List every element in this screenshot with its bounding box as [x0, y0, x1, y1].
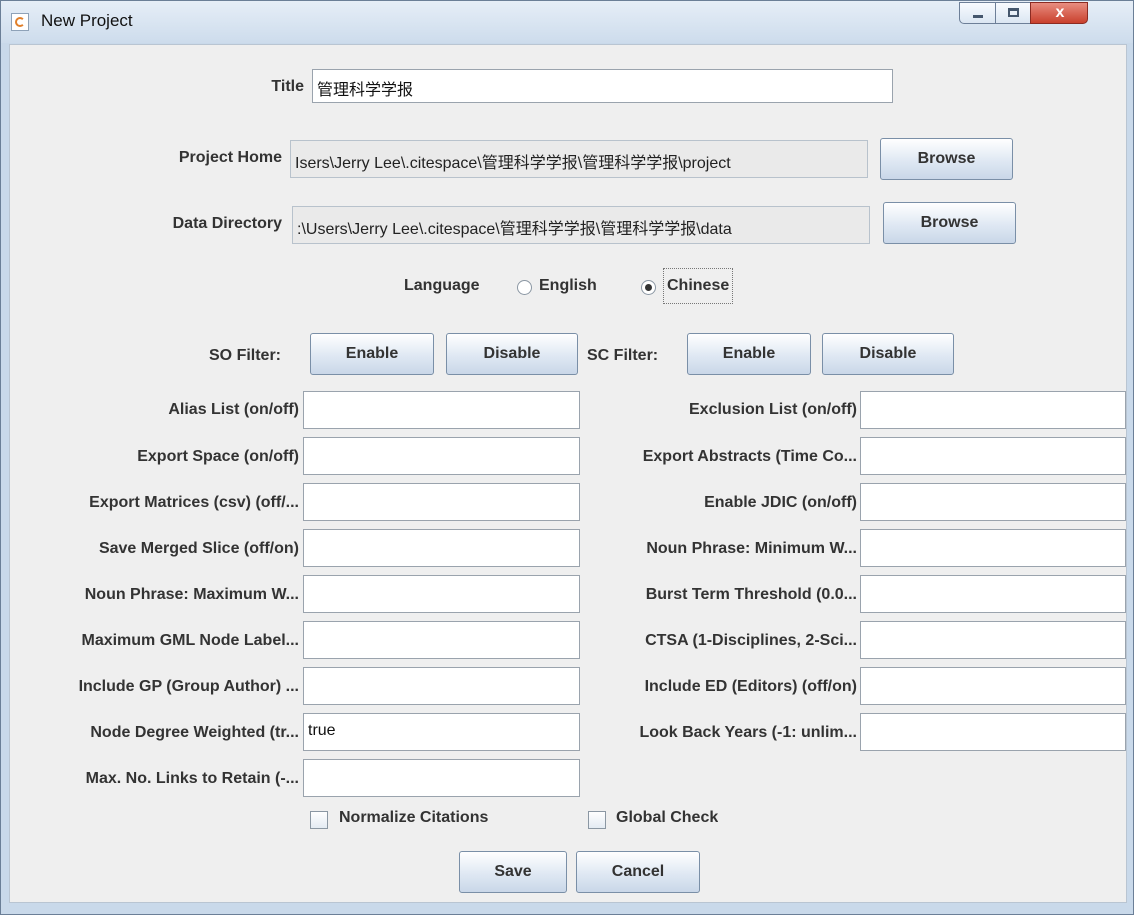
language-english-radio[interactable] — [517, 280, 532, 295]
param-label-noun-phrase-max: Noun Phrase: Maximum W... — [84, 586, 299, 603]
normalize-citations-label[interactable]: Normalize Citations — [339, 809, 488, 827]
language-english-label[interactable]: English — [539, 277, 597, 295]
data-directory-label: Data Directory — [172, 215, 282, 232]
minimize-button[interactable] — [959, 2, 996, 24]
project-home-browse-button[interactable]: Browse — [880, 138, 1013, 180]
param-label-burst-term-threshold: Burst Term Threshold (0.0... — [645, 586, 857, 603]
param-input-noun-phrase-min[interactable] — [860, 529, 1126, 567]
param-input-include-gp[interactable] — [303, 667, 580, 705]
param-label-include-ed: Include ED (Editors) (off/on) — [644, 678, 857, 695]
language-chinese-label[interactable]: Chinese — [663, 268, 734, 304]
param-input-burst-term-threshold[interactable] — [860, 575, 1126, 613]
param-input-exclusion-list[interactable] — [860, 391, 1126, 429]
param-input-export-space[interactable] — [303, 437, 580, 475]
project-home-field[interactable]: Isers\Jerry Lee\.citespace\管理科学学报\管理科学学报… — [290, 140, 868, 178]
param-input-export-abstracts[interactable] — [860, 437, 1126, 475]
param-input-export-matrices[interactable] — [303, 483, 580, 521]
global-check-checkbox[interactable] — [588, 811, 606, 829]
project-home-label: Project Home — [178, 149, 282, 166]
param-label-node-degree-weighted: Node Degree Weighted (tr... — [90, 724, 299, 741]
maximize-icon — [1008, 8, 1019, 17]
sc-filter-enable-button[interactable]: Enable — [687, 333, 811, 375]
save-button[interactable]: Save — [459, 851, 567, 893]
window-title: New Project — [41, 11, 133, 30]
param-label-noun-phrase-min: Noun Phrase: Minimum W... — [646, 540, 857, 557]
so-filter-label: SO Filter: — [209, 347, 282, 364]
new-project-window: New Project x Title 管理科学学报 Project Home … — [0, 0, 1134, 915]
param-input-ctsa[interactable] — [860, 621, 1126, 659]
param-label-max-gml-node-label: Maximum GML Node Label... — [81, 632, 299, 649]
sc-filter-label: SC Filter: — [587, 347, 659, 364]
param-input-save-merged-slice[interactable] — [303, 529, 580, 567]
normalize-citations-checkbox[interactable] — [310, 811, 328, 829]
maximize-button[interactable] — [995, 2, 1031, 24]
close-icon: x — [1055, 4, 1065, 21]
close-button[interactable]: x — [1030, 2, 1088, 24]
param-label-max-links-retain: Max. No. Links to Retain (-... — [85, 770, 299, 787]
data-directory-browse-button[interactable]: Browse — [883, 202, 1016, 244]
minimize-icon — [973, 15, 983, 18]
param-label-ctsa: CTSA (1-Disciplines, 2-Sci... — [645, 632, 857, 649]
language-chinese-radio[interactable] — [641, 280, 656, 295]
param-label-enable-jdic: Enable JDIC (on/off) — [704, 494, 857, 511]
param-label-look-back-years: Look Back Years (-1: unlim... — [639, 724, 857, 741]
param-label-alias-list: Alias List (on/off) — [168, 401, 299, 418]
form-panel: Title 管理科学学报 Project Home Isers\Jerry Le… — [9, 44, 1127, 903]
java-app-icon — [11, 13, 29, 31]
param-label-exclusion-list: Exclusion List (on/off) — [689, 401, 857, 418]
title-label: Title — [271, 78, 304, 95]
param-input-enable-jdic[interactable] — [860, 483, 1126, 521]
param-label-export-space: Export Space (on/off) — [137, 448, 299, 465]
title-input[interactable]: 管理科学学报 — [312, 69, 893, 103]
so-filter-disable-button[interactable]: Disable — [446, 333, 578, 375]
global-check-label[interactable]: Global Check — [616, 809, 718, 827]
param-input-include-ed[interactable] — [860, 667, 1126, 705]
param-input-look-back-years[interactable] — [860, 713, 1126, 751]
param-label-save-merged-slice: Save Merged Slice (off/on) — [98, 540, 299, 557]
param-input-noun-phrase-max[interactable] — [303, 575, 580, 613]
param-input-node-degree-weighted[interactable]: true — [303, 713, 580, 751]
data-directory-field[interactable]: :\Users\Jerry Lee\.citespace\管理科学学报\管理科学… — [292, 206, 870, 244]
cancel-button[interactable]: Cancel — [576, 851, 700, 893]
param-label-export-matrices: Export Matrices (csv) (off/... — [89, 494, 299, 511]
param-label-export-abstracts: Export Abstracts (Time Co... — [642, 448, 857, 465]
param-label-include-gp: Include GP (Group Author) ... — [78, 678, 299, 695]
param-input-alias-list[interactable] — [303, 391, 580, 429]
param-input-max-links-retain[interactable] — [303, 759, 580, 797]
param-input-max-gml-node-label[interactable] — [303, 621, 580, 659]
title-bar[interactable]: New Project x — [1, 1, 1133, 43]
language-label: Language — [404, 277, 480, 294]
so-filter-enable-button[interactable]: Enable — [310, 333, 434, 375]
sc-filter-disable-button[interactable]: Disable — [822, 333, 954, 375]
